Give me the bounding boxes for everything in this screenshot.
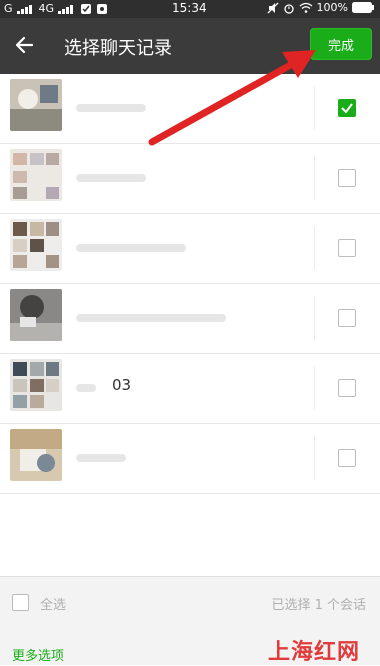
- chat-row[interactable]: [0, 284, 380, 354]
- avatar-image: [10, 219, 62, 271]
- mute-icon: [267, 2, 279, 13]
- redacted-name: [76, 174, 146, 182]
- checkmark-icon: [341, 103, 353, 114]
- avatar-image: [10, 149, 62, 201]
- chat-row[interactable]: [0, 214, 380, 284]
- watermark: 上海红网: [264, 634, 376, 665]
- chat-row[interactable]: [0, 424, 380, 494]
- redacted-name: [76, 384, 96, 392]
- avatar-image: [10, 429, 62, 481]
- avatar: [10, 429, 62, 481]
- chat-app-icon: [97, 3, 108, 14]
- redacted-name: [76, 454, 126, 462]
- select-all-label[interactable]: 全选: [40, 594, 66, 613]
- status-time: 15:34: [172, 1, 207, 15]
- network-label: 4G: [38, 2, 55, 15]
- avatar: [10, 149, 62, 201]
- status-left: G 4G: [4, 2, 108, 15]
- chat-checkbox[interactable]: [338, 449, 356, 467]
- signal-icon-2: [58, 4, 76, 14]
- divider: [314, 366, 315, 410]
- select-all-row: 全选 已选择 1 个会话: [0, 577, 380, 627]
- page-title: 选择聊天记录: [64, 38, 172, 59]
- redacted-name: [76, 314, 226, 322]
- signal-icon: [16, 4, 35, 14]
- more-options-link[interactable]: 更多选项: [12, 645, 64, 664]
- avatar: [10, 359, 62, 411]
- status-right: 100%: [267, 1, 374, 14]
- divider: [314, 296, 315, 340]
- battery-icon: [352, 2, 374, 13]
- chat-checkbox[interactable]: [338, 169, 356, 187]
- redacted-name: [76, 244, 186, 252]
- avatar: [10, 219, 62, 271]
- notification-icon: [81, 3, 92, 14]
- avatar-image: [10, 289, 62, 341]
- back-arrow-icon[interactable]: [12, 32, 38, 58]
- chat-checkbox[interactable]: [338, 99, 356, 117]
- carrier-label: G: [4, 2, 13, 15]
- divider: [314, 226, 315, 270]
- battery-percent: 100%: [316, 1, 348, 14]
- divider: [314, 86, 315, 130]
- divider: [314, 436, 315, 480]
- redacted-name: [76, 104, 146, 112]
- avatar: [10, 79, 62, 131]
- wifi-icon: [299, 2, 312, 13]
- chat-row[interactable]: [0, 74, 380, 144]
- alarm-icon: [283, 3, 294, 14]
- watermark-text: 上海红网: [268, 640, 361, 665]
- divider: [314, 156, 315, 200]
- chat-row[interactable]: [0, 144, 380, 214]
- done-button[interactable]: 完成: [310, 28, 372, 60]
- chat-checkbox[interactable]: [338, 239, 356, 257]
- chat-checkbox[interactable]: [338, 309, 356, 327]
- selected-count: 已选择 1 个会话: [271, 598, 366, 613]
- avatar-image: [10, 79, 62, 131]
- chat-row[interactable]: 03: [0, 354, 380, 424]
- chat-list: 03: [0, 74, 380, 494]
- chat-name: 03: [112, 376, 132, 394]
- select-all-checkbox[interactable]: [12, 594, 29, 611]
- chat-checkbox[interactable]: [338, 379, 356, 397]
- avatar: [10, 289, 62, 341]
- status-bar: G 4G 15:34 100%: [0, 0, 380, 18]
- avatar-image: [10, 359, 62, 411]
